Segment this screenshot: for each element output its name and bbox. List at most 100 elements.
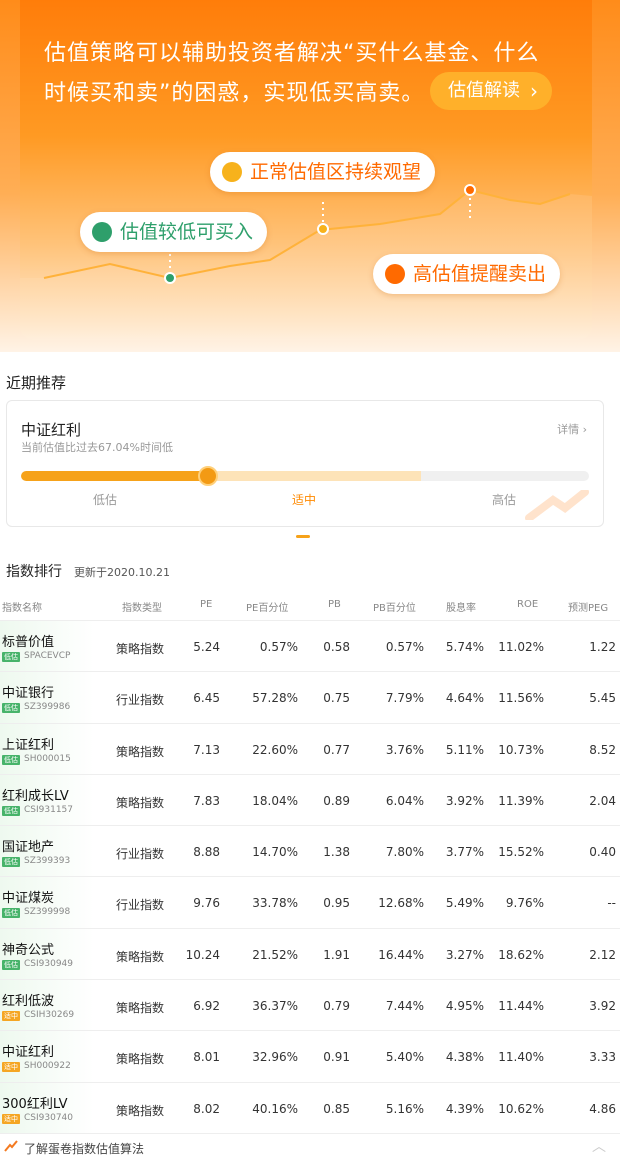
- header-pe-pct[interactable]: PE百分位: [246, 599, 288, 614]
- footer-text: 了解蛋卷指数估值算法: [24, 1142, 145, 1156]
- table-row[interactable]: 标普价值 低估 SPACEVCP 策略指数 5.24 0.57% 0.58 0.57% 5.74…: [0, 621, 620, 673]
- index-name: 红利成长LV: [2, 788, 69, 804]
- cell-peg: 2.04: [589, 793, 616, 808]
- cell-pb: 0.89: [323, 793, 350, 808]
- table-body: 标普价值 低估 SPACEVCP 策略指数 5.24 0.57% 0.58 0.57% 5.74…: [0, 621, 620, 1134]
- trend-arrow-icon: [4, 1140, 18, 1152]
- cell-peg: 5.45: [589, 691, 616, 706]
- cell-peg: 3.33: [589, 1050, 616, 1065]
- cell-roe: 10.62%: [498, 1101, 544, 1116]
- header-type[interactable]: 指数类型: [122, 599, 162, 614]
- index-code: SPACEVCP: [24, 651, 71, 661]
- index-name: 中证煤炭: [2, 891, 55, 907]
- valuation-explain-button[interactable]: 估值解读 ›: [430, 72, 552, 110]
- cell-pb: 0.95: [323, 896, 350, 911]
- cell-pb: 0.77: [323, 742, 350, 757]
- name-cell: 中证红利 适中 SH000922: [0, 1031, 94, 1082]
- cell-dividend: 5.74%: [445, 640, 484, 654]
- cell-pb: 0.91: [323, 1050, 350, 1065]
- cell-roe: 11.02%: [498, 640, 544, 654]
- name-cell: 国证地产 低估 SZ399393: [0, 826, 94, 877]
- cell-pe: 7.13: [193, 742, 220, 757]
- valuation-tag-badge: 低估: [2, 908, 20, 919]
- table-row[interactable]: 神奇公式 低估 CSI930949 策略指数 10.24 21.52% 1.91 16.44%…: [0, 928, 620, 981]
- cell-type: 策略指数: [116, 1103, 165, 1118]
- green-dot-icon: [92, 222, 112, 242]
- cell-peg: 0.40: [589, 845, 616, 860]
- table-row[interactable]: 上证红利 低估 SH000015 策略指数 7.13 22.60% 0.77 3.76% 5.1…: [0, 723, 620, 775]
- index-name: 中证红利: [2, 1045, 55, 1061]
- cell-peg: 2.12: [589, 947, 616, 962]
- name-cell: 上证红利 低估 SH000015: [0, 723, 94, 774]
- orange-dot-icon: [385, 264, 405, 284]
- cell-pb-pct: 12.68%: [378, 896, 424, 911]
- cell-pb-pct: 6.04%: [385, 793, 424, 808]
- index-name: 300红利LV: [2, 1096, 68, 1112]
- table-header: 指数名称 指数类型 PE PE百分位 PB PB百分位 股息率 ROE 预测PE…: [0, 588, 620, 621]
- cell-pb-pct: 16.44%: [378, 947, 424, 962]
- recommend-valuation-desc: 当前估值比过去67.04%时间低: [21, 441, 173, 454]
- valuation-tag-badge: 适中: [2, 1011, 20, 1022]
- cell-pe: 5.24: [193, 640, 220, 654]
- pill-mid-label: 正常估值区持续观望: [250, 161, 422, 183]
- ranking-update-time: 更新于2020.10.21: [74, 566, 170, 579]
- index-ranking-table: 指数名称 指数类型 PE PE百分位 PB PB百分位 股息率 ROE 预测PE…: [0, 588, 620, 1134]
- index-name: 神奇公式: [2, 942, 55, 958]
- carousel-indicator: [296, 535, 310, 538]
- recommendation-card[interactable]: 中证红利 当前估值比过去67.04%时间低 详情 › 低估 适中 高估: [6, 400, 604, 527]
- header-roe[interactable]: ROE: [517, 599, 538, 610]
- valuation-tag-badge: 低估: [2, 754, 20, 765]
- cell-pb-pct: 3.76%: [385, 742, 424, 757]
- detail-link[interactable]: 详情 ›: [557, 421, 587, 437]
- index-name: 标普价值: [2, 635, 55, 650]
- header-peg[interactable]: 预测PEG: [568, 599, 608, 614]
- header-pe[interactable]: PE: [200, 599, 212, 610]
- table-row[interactable]: 中证红利 适中 SH000922 策略指数 8.01 32.96% 0.91 5.40% 4.3…: [0, 1031, 620, 1083]
- name-cell: 红利成长LV 低估 CSI931157: [0, 774, 94, 826]
- pill-low-label: 估值较低可买入: [120, 221, 254, 243]
- footer-link[interactable]: 了解蛋卷指数估值算法 ︿: [0, 1134, 620, 1160]
- cell-dividend: 3.77%: [445, 845, 484, 860]
- table-row[interactable]: 国证地产 低估 SZ399393 行业指数 8.88 14.70% 1.38 7.80% 3.7…: [0, 826, 620, 878]
- header-pb[interactable]: PB: [328, 599, 341, 610]
- table-row[interactable]: 红利成长LV 低估 CSI931157 策略指数 7.83 18.04% 0.89 6.04%…: [0, 774, 620, 827]
- index-code: SZ399986: [24, 702, 71, 713]
- table-row[interactable]: 红利低波 适中 CSIH30269 策略指数 6.92 36.37% 0.79 7.44% 4.…: [0, 980, 620, 1032]
- header-name[interactable]: 指数名称: [2, 599, 42, 614]
- valuation-tag-badge: 低估: [2, 703, 20, 714]
- valuation-tag-badge: 低估: [2, 652, 20, 662]
- cell-pe-pct: 18.04%: [252, 793, 298, 808]
- progress-fill: [21, 471, 208, 481]
- cell-roe: 11.40%: [498, 1050, 544, 1065]
- pill-mid-watch: 正常估值区持续观望: [210, 152, 436, 192]
- cell-pe-pct: 14.70%: [252, 845, 298, 860]
- hero-line-1: 估值策略可以辅助投资者解决“买什么基金、什么: [44, 41, 540, 66]
- cell-type: 行业指数: [116, 898, 165, 913]
- cell-dividend: 3.27%: [445, 947, 484, 962]
- table-row[interactable]: 300红利LV 适中 CSI930740 策略指数 8.02 40.16% 0.85 5.16…: [0, 1082, 620, 1134]
- index-code: SZ399998: [24, 907, 71, 918]
- level-high: 高估: [492, 493, 517, 507]
- cell-pb: 0.85: [323, 1101, 350, 1116]
- name-cell: 中证银行 低估 SZ399986: [0, 672, 94, 723]
- header-dividend[interactable]: 股息率: [446, 599, 476, 614]
- header-pb-pct[interactable]: PB百分位: [373, 599, 416, 614]
- cell-dividend: 4.38%: [445, 1050, 484, 1065]
- cell-pb-pct: 7.80%: [385, 845, 424, 860]
- index-code: CSI930949: [24, 958, 74, 969]
- table-row[interactable]: 中证银行 低估 SZ399986 行业指数 6.45 57.28% 0.75 7.79% 4.6…: [0, 672, 620, 724]
- cell-pe: 6.45: [193, 691, 220, 706]
- cell-roe: 9.76%: [505, 896, 544, 911]
- cell-type: 策略指数: [116, 949, 165, 964]
- valuation-tag-badge: 低估: [2, 857, 20, 868]
- cell-pe: 6.92: [193, 999, 220, 1014]
- index-code: SZ399393: [24, 856, 71, 867]
- chevron-up-icon[interactable]: ︿: [592, 1136, 606, 1156]
- cell-pb-pct: 0.57%: [385, 640, 424, 654]
- table-row[interactable]: 中证煤炭 低估 SZ399998 行业指数 9.76 33.78% 0.95 12.68% 5.…: [0, 877, 620, 929]
- cell-roe: 15.52%: [498, 845, 544, 860]
- valuation-tag-badge: 低估: [2, 805, 20, 816]
- index-code: CSIH30269: [24, 1010, 75, 1021]
- cell-pe-pct: 0.57%: [259, 640, 298, 654]
- valuation-tag-badge: 适中: [2, 1113, 20, 1124]
